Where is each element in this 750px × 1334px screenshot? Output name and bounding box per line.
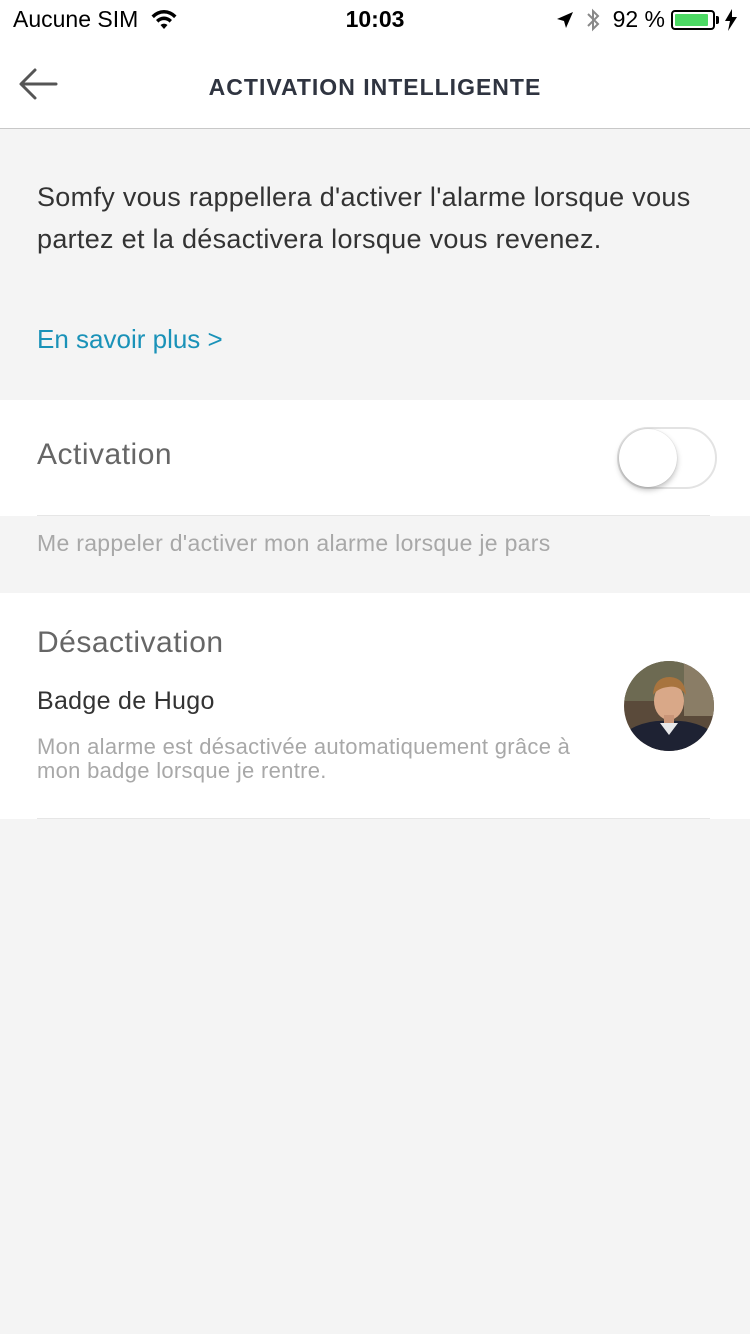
activation-hint: Me rappeler d'activer mon alarme lorsque…	[37, 530, 551, 556]
charging-bolt-icon	[725, 8, 737, 31]
divider	[37, 515, 710, 516]
deactivation-title: Désactivation	[37, 626, 224, 659]
nav-header: ACTIVATION INTELLIGENTE	[0, 40, 750, 129]
intro-section: Somfy vous rappellera d'activer l'alarme…	[37, 176, 717, 260]
battery-percent: 92 %	[612, 6, 665, 32]
activation-label: Activation	[37, 438, 173, 471]
status-bar: Aucune SIM 10:03 92 %	[0, 0, 750, 40]
location-arrow-icon	[556, 11, 573, 28]
toggle-knob	[619, 429, 677, 487]
battery-tip	[716, 15, 719, 24]
page-title: ACTIVATION INTELLIGENTE	[208, 74, 542, 100]
badge-name: Badge de Hugo	[37, 687, 215, 715]
avatar-photo-icon	[624, 661, 714, 751]
intro-text: Somfy vous rappellera d'activer l'alarme…	[37, 182, 691, 254]
activation-toggle[interactable]	[617, 427, 717, 489]
badge-description: Mon alarme est désactivée automatiquemen…	[37, 734, 571, 783]
battery-fill	[675, 13, 708, 26]
status-right: 92 %	[555, 6, 738, 33]
deactivation-card: Désactivation Badge de Hugo Mon alarme e…	[0, 593, 750, 819]
avatar	[624, 661, 714, 751]
activation-card: Activation	[0, 400, 750, 516]
learn-more-link[interactable]: En savoir plus >	[37, 324, 223, 355]
divider	[37, 818, 710, 819]
battery-icon	[671, 9, 715, 30]
bluetooth-icon	[586, 8, 599, 31]
